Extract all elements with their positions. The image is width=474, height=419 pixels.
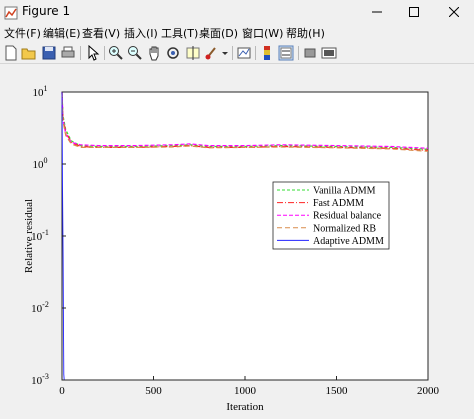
toolbar-separator xyxy=(255,46,256,60)
legend-label: Adaptive ADMM xyxy=(313,236,384,247)
menu-bar: 文件(F) 编辑(E) 查看(V) 插入(I) 工具(T) 桌面(D) 窗口(W… xyxy=(0,24,474,42)
window-title: Figure 1 xyxy=(22,4,71,18)
data-cursor-icon[interactable] xyxy=(185,45,201,61)
maximize-button[interactable] xyxy=(394,0,434,24)
figure-toolbar xyxy=(0,43,474,64)
line-plot: 0 500 1000 1500 200010110010-110-210-3 Vanil… xyxy=(23,84,440,413)
toolbar-separator xyxy=(298,46,299,60)
legend-label: Fast ADMM xyxy=(313,198,364,209)
y-tick-label: 100 xyxy=(33,156,48,171)
hide-plot-tools-icon[interactable] xyxy=(302,45,318,61)
new-figure-icon[interactable] xyxy=(3,45,19,61)
y-tick-label: 10-2 xyxy=(31,300,49,315)
menu-view[interactable]: 查看(V) xyxy=(82,25,120,41)
toolbar-separator xyxy=(80,46,81,60)
menu-help[interactable]: 帮助(H) xyxy=(286,25,325,41)
menu-window[interactable]: 窗口(W) xyxy=(242,25,283,41)
maximize-icon xyxy=(409,7,419,17)
zoom-in-icon[interactable] xyxy=(108,45,124,61)
y-tick-label: 10-3 xyxy=(31,372,49,387)
close-icon xyxy=(449,7,459,17)
open-file-icon[interactable] xyxy=(21,45,37,61)
brush-dropdown-icon[interactable] xyxy=(221,45,229,61)
toolbar-separator xyxy=(232,46,233,60)
x-axis-label: Iteration xyxy=(226,401,264,413)
title-bar: Figure 1 xyxy=(0,0,474,24)
menu-file[interactable]: 文件(F) xyxy=(4,25,41,41)
minimize-icon xyxy=(372,11,382,13)
show-plot-tools-icon[interactable] xyxy=(321,45,337,61)
x-tick-label: 2000 xyxy=(417,385,440,397)
matlab-figure-icon xyxy=(4,5,18,20)
y-tick-label: 101 xyxy=(33,84,48,99)
zoom-out-icon[interactable] xyxy=(127,45,143,61)
menu-tools[interactable]: 工具(T) xyxy=(161,25,198,41)
colorbar-icon[interactable] xyxy=(259,45,275,61)
toolbar-separator xyxy=(104,46,105,60)
x-tick-label: 500 xyxy=(145,385,162,397)
legend-label: Residual balance xyxy=(313,211,382,222)
x-tick-label: 0 xyxy=(59,385,65,397)
legend-icon[interactable] xyxy=(278,45,294,61)
pointer-icon[interactable] xyxy=(85,45,101,61)
menu-insert[interactable]: 插入(I) xyxy=(124,25,158,41)
print-icon[interactable] xyxy=(60,45,76,61)
rotate-3d-icon[interactable] xyxy=(165,45,181,61)
close-button[interactable] xyxy=(434,0,474,24)
figure-canvas: 0 500 1000 1500 2000 101 100 10-1 10-2 10-3 Vanil… xyxy=(0,64,474,419)
link-plot-icon[interactable] xyxy=(236,45,252,61)
brush-icon[interactable] xyxy=(204,45,220,61)
save-icon[interactable] xyxy=(41,45,57,61)
x-tick-label: 1000 xyxy=(234,385,257,397)
minimize-button[interactable] xyxy=(357,0,397,24)
pan-hand-icon[interactable] xyxy=(146,45,162,61)
x-tick-label: 1500 xyxy=(326,385,349,397)
legend-label: Vanilla ADMM xyxy=(313,186,376,197)
menu-desktop[interactable]: 桌面(D) xyxy=(199,25,238,41)
legend-label: Normalized RB xyxy=(313,223,376,234)
menu-edit[interactable]: 编辑(E) xyxy=(43,25,81,41)
y-axis-label: Relative residual xyxy=(23,199,35,273)
